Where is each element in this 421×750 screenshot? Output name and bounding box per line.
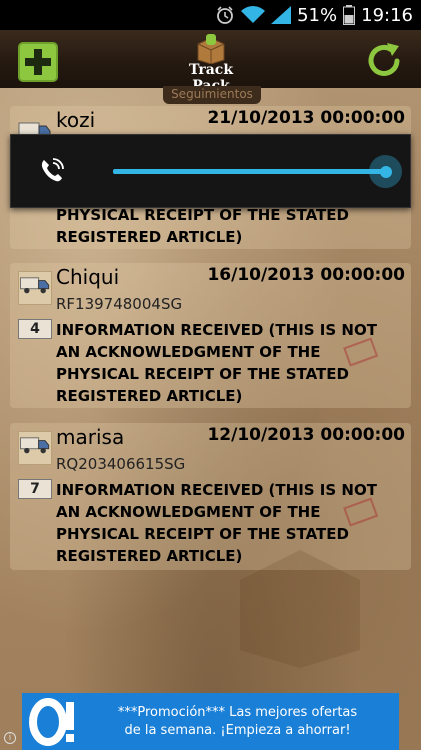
background-box-watermark: [240, 550, 360, 668]
package-date: 12/10/2013 00:00:00: [207, 425, 405, 445]
tab-seguimientos[interactable]: Seguimientos: [163, 86, 261, 104]
status-bar: 51% 19:16: [0, 0, 421, 30]
battery-percentage: 51%: [297, 4, 338, 26]
package-name: marisa: [56, 425, 125, 449]
volume-overlay: [10, 134, 411, 208]
event-count-badge: 7: [18, 479, 52, 499]
app-logo: Track Pack: [168, 34, 254, 94]
ad-line-1: ***Promoción*** Las mejores ofertas: [117, 704, 358, 720]
ad-text: ***Promoción*** Las mejores ofertas de l…: [80, 704, 399, 740]
volume-slider-track[interactable]: [113, 169, 387, 174]
signal-bars-icon: [271, 6, 292, 24]
list-item[interactable]: Chiqui 16/10/2013 00:00:00 RF139748004SG…: [10, 263, 411, 408]
battery-icon: [343, 5, 356, 25]
refresh-icon: [368, 43, 400, 76]
truck-icon: [20, 437, 50, 454]
package-name: Chiqui: [56, 265, 120, 289]
alarm-clock-icon: [215, 5, 235, 25]
add-package-button[interactable]: [18, 42, 58, 82]
clock: 19:16: [361, 4, 413, 26]
truck-icon-box: [18, 271, 52, 305]
ad-banner[interactable]: ***Promoción*** Las mejores ofertas de l…: [22, 693, 399, 750]
tracking-code: RF139748004SG: [56, 295, 183, 313]
tracking-code: RQ203406615SG: [56, 455, 186, 473]
package-date: 21/10/2013 00:00:00: [207, 108, 405, 128]
package-date: 16/10/2013 00:00:00: [207, 265, 405, 285]
stamp-icon: [343, 337, 379, 367]
volume-slider-thumb[interactable]: [369, 155, 402, 188]
event-count-badge: 4: [18, 319, 52, 339]
action-bar: Track Pack: [0, 30, 421, 94]
ad-info-icon[interactable]: i: [4, 732, 16, 744]
refresh-button[interactable]: [363, 40, 405, 82]
plus-icon: [25, 49, 51, 75]
ad-line-2: de la semana. ¡Empieza a ahorrar!: [124, 722, 351, 738]
truck-icon: [20, 277, 50, 294]
wifi-icon: [241, 6, 266, 24]
package-box-icon: [197, 34, 225, 64]
phone-call-icon: [41, 158, 64, 182]
ad-logo-icon: [26, 697, 80, 747]
package-status: PHYSICAL RECEIPT OF THE STATED REGISTERE…: [56, 206, 349, 246]
package-name: kozi: [56, 108, 96, 132]
stamp-icon: [343, 497, 379, 527]
truck-icon-box: [18, 431, 52, 465]
